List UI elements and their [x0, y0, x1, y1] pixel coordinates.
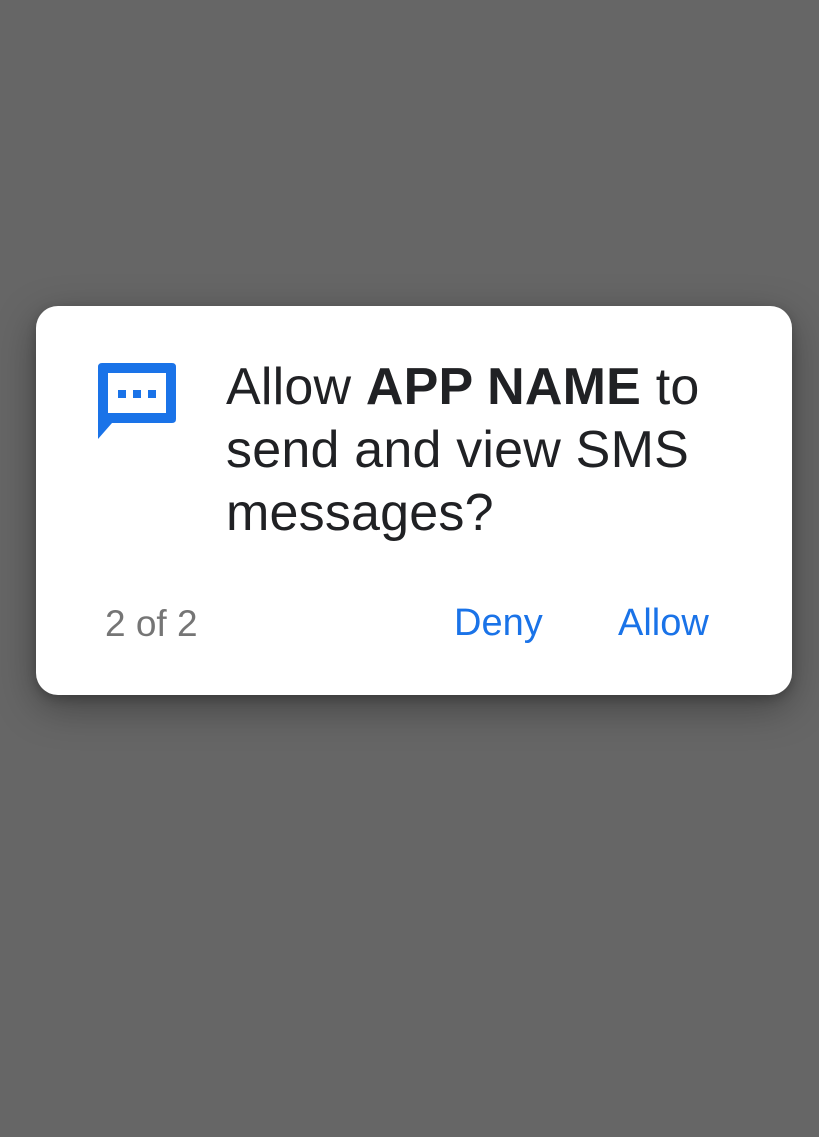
- message-prefix: Allow: [226, 358, 366, 416]
- deny-button[interactable]: Deny: [454, 599, 543, 647]
- allow-button[interactable]: Allow: [618, 599, 709, 647]
- permission-counter: 2 of 2: [105, 603, 198, 644]
- app-name: APP NAME: [365, 358, 642, 416]
- sms-message-icon: [96, 361, 178, 441]
- permission-dialog: Allow APP NAME to send and view SMS mess…: [36, 306, 792, 695]
- permission-message: Allow APP NAME to send and view SMS mess…: [226, 356, 746, 545]
